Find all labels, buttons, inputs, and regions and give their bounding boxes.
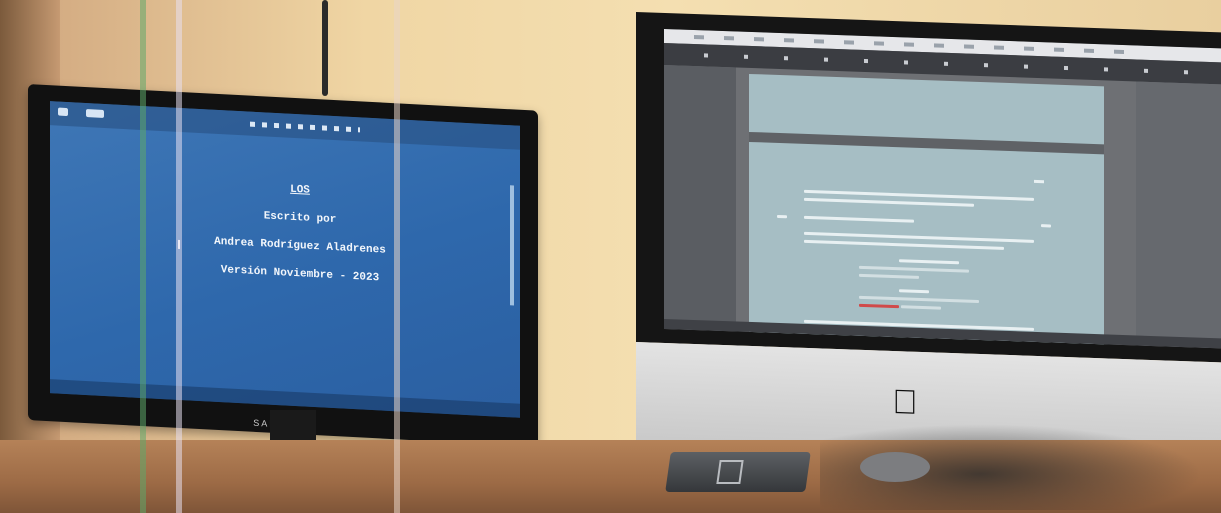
scan-artifact-stripe (140, 0, 146, 513)
scene-number (1041, 224, 1051, 228)
right-panel (1136, 81, 1221, 349)
external-drive (665, 452, 811, 492)
dialogue-line (859, 295, 979, 303)
character-name (899, 289, 929, 294)
screenplay-title: LOS (290, 183, 310, 197)
scan-artifact-stripe (176, 0, 182, 513)
screenplay-title-page: LOS Escrito por Andrea Rodríguez Aladren… (140, 176, 460, 305)
dialogue-line (859, 273, 919, 279)
page-number (1034, 179, 1044, 184)
version-label: Versión Noviembre - 2023 (220, 264, 380, 285)
character-name (899, 259, 959, 265)
screenplay-page-body (749, 142, 1104, 349)
written-by-label: Escrito por (263, 210, 337, 227)
home-icon[interactable] (58, 107, 68, 117)
author-name: Andrea Rodríguez Aladrenes (214, 235, 386, 257)
samsung-screen: LOS Escrito por Andrea Rodríguez Aladren… (50, 101, 520, 418)
formatting-buttons[interactable] (250, 121, 360, 133)
editor-toolbar (50, 101, 520, 150)
vertical-scrollbar[interactable] (510, 185, 514, 306)
drive-logo-icon (716, 460, 744, 484)
dialogue-line (901, 305, 941, 310)
action-line (804, 239, 1004, 250)
left-panel (664, 64, 736, 332)
imac-screen (664, 28, 1221, 349)
dialogue-line (859, 265, 969, 273)
imac-computer:  (636, 12, 1221, 483)
monitor-cable (322, 0, 328, 96)
computer-mouse (860, 452, 930, 482)
scan-artifact-stripe (394, 0, 400, 513)
action-line (804, 197, 974, 207)
imac-bezel (636, 12, 1221, 363)
photo-scene: LOS Escrito por Andrea Rodríguez Aladren… (0, 0, 1221, 513)
document-icon[interactable] (86, 109, 104, 118)
screenplay-page (749, 73, 1104, 349)
scene-heading (804, 215, 914, 223)
spellcheck-highlight (859, 303, 899, 309)
samsung-monitor: LOS Escrito por Andrea Rodríguez Aladren… (28, 84, 538, 447)
scene-number (777, 214, 787, 219)
character-name (899, 347, 959, 349)
apple-logo-icon:  (889, 383, 921, 422)
